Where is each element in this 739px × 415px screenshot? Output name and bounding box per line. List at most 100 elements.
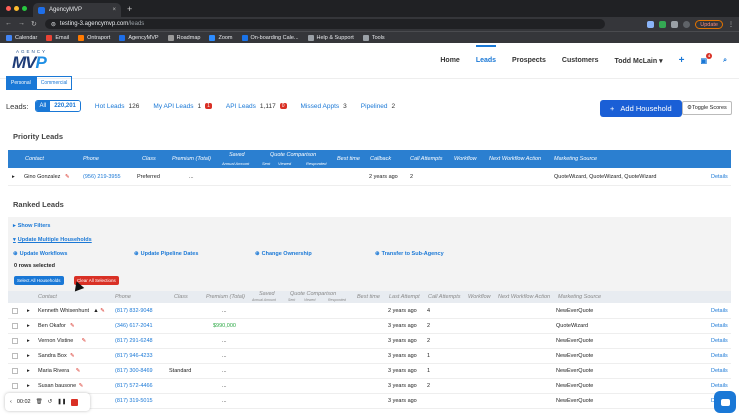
add-icon[interactable]: + [679,55,685,66]
new-tab-button[interactable]: + [127,4,132,14]
pause-icon[interactable]: ❚❚ [57,399,66,405]
expand-caret-icon[interactable]: ▸ [12,174,15,180]
contact-name[interactable]: Susan bausone [38,383,76,389]
bookmark-item[interactable]: On-boarding Cale... [241,34,299,41]
contact-name[interactable]: Vernon Vistine [38,338,73,344]
bookmark-item[interactable]: Zoom [209,34,233,41]
close-tab-icon[interactable]: × [112,7,116,13]
close-window-button[interactable] [6,6,11,11]
messages-icon[interactable]: ▣ 4 [700,52,713,65]
column-header[interactable]: Best time [337,156,360,162]
details-link[interactable]: Details [711,308,728,314]
column-header[interactable]: Premium (Total) [206,294,245,300]
bookmark-item[interactable]: Help & Support [307,34,354,41]
update-pipeline-dates-link[interactable]: ⊕ Update Pipeline Dates [134,251,198,257]
column-header[interactable]: Next Workflow Action [498,294,550,300]
contact-name[interactable]: Sandra Box [38,353,67,359]
bookmark-item[interactable]: Ontraport [78,34,110,41]
bookmark-item[interactable]: Roadmap [167,34,200,41]
collapse-icon[interactable]: ‹ [10,399,12,405]
contact-name[interactable]: Maria Rivera [38,368,69,374]
row-checkbox[interactable] [12,308,18,314]
column-header[interactable]: Contact [38,294,57,300]
profile-avatar[interactable] [683,20,691,28]
phone-link[interactable]: (346) 617-2041 [115,323,153,329]
bookmark-item[interactable]: Calendar [6,34,37,41]
segment-personal[interactable]: Personal [6,76,36,90]
select-all-households-button[interactable]: Select All Households [14,276,64,285]
phone-link[interactable]: (956) 219-3955 [83,174,121,180]
expand-caret-icon[interactable]: ▸ [27,338,30,344]
column-header[interactable]: Next Workflow Action [489,156,541,162]
filter-hot-leads[interactable]: Hot Leads 126 [95,103,140,110]
column-header[interactable]: Premium (Total) [172,156,211,162]
column-header[interactable]: Contact [25,156,44,162]
bookmark-item[interactable]: AgencyMVP [119,34,159,41]
table-row[interactable]: ▸ Maria Rivera ✎ (817) 300-8469 Standard... 3… [8,364,731,379]
column-header[interactable]: Workflow [454,156,477,162]
expand-caret-icon[interactable]: ▸ [27,383,30,389]
details-link[interactable]: Details [711,368,728,374]
more-menu-icon[interactable]: ⋮ [728,21,734,28]
agency-mvp-logo[interactable]: AGENCY MVP [12,49,47,71]
change-ownership-link[interactable]: ⊕ Change Ownership [255,251,312,257]
add-household-button[interactable]: + Add Household [600,100,682,117]
phone-link[interactable]: (817) 291-6248 [115,338,153,344]
row-checkbox[interactable] [12,323,18,329]
back-icon[interactable]: ← [5,20,12,28]
table-row[interactable]: ▸(817) 319-5015...3 years agoNewEverQuot… [8,394,731,409]
table-row[interactable]: ▸ Vernon Vistine ✎ (817) 291-6248... 3 years… [8,334,731,349]
column-header[interactable]: Saved [229,152,245,158]
restart-icon[interactable]: ↺ [48,399,53,405]
column-header[interactable]: Workflow [468,294,491,300]
show-filters-toggle[interactable]: ▸ Show Filters [13,223,50,229]
table-row[interactable]: ▸ Susan bausone ✎ (817) 572-4466... 3 years … [8,379,731,394]
menu-customers[interactable]: Customers [562,57,599,64]
filter-my-api-leads[interactable]: My API Leads 1 1 [153,103,212,110]
update-workflows-link[interactable]: ⊕ Update Workflows [13,251,68,257]
user-menu[interactable]: Todd McLain ▾ [614,57,662,65]
column-header[interactable]: Best time [357,294,380,300]
details-link[interactable]: Details [711,323,728,329]
expand-caret-icon[interactable]: ▸ [27,323,30,329]
column-header[interactable]: Quote Comparison [270,152,316,158]
browser-tab[interactable]: AgencyMVP × [33,3,121,17]
phone-link[interactable]: (817) 300-8469 [115,368,153,374]
column-header[interactable]: Class [142,156,156,162]
puzzle-icon[interactable] [671,20,679,28]
expand-caret-icon[interactable]: ▸ [27,368,30,374]
column-header[interactable]: Saved [259,291,275,297]
row-checkbox[interactable] [12,353,18,359]
bookmark-item[interactable]: Email [46,34,69,41]
phone-link[interactable]: (817) 319-5015 [115,398,153,404]
contact-name[interactable]: Kenneth Whisenhunt [38,308,89,314]
search-icon[interactable]: ⌕ [723,57,727,65]
row-checkbox[interactable] [12,383,18,389]
chat-support-button[interactable] [714,391,736,413]
column-header[interactable]: Marketing Source [554,156,597,162]
row-checkbox[interactable] [12,338,18,344]
phone-link[interactable]: (817) 572-4466 [115,383,153,389]
table-row[interactable]: ▸ Gino Gonzalez ✎ (956) 219-3955 Preferred..… [8,169,731,186]
expand-caret-icon[interactable]: ▸ [27,353,30,359]
stop-icon[interactable] [71,398,79,406]
bookmark-item[interactable]: Tools [362,34,385,41]
column-header[interactable]: Last Attempt [389,294,420,300]
filter-api-leads[interactable]: API Leads 1,117 0 [226,103,287,110]
maximize-window-button[interactable] [22,6,27,11]
extension-icon[interactable] [659,20,667,28]
update-button[interactable]: Update [695,19,723,29]
trash-icon[interactable]: 🗑 [36,399,43,405]
table-row[interactable]: ▸ Kenneth Whisenhunt ▲ ✎ (817) 832-9048... 2 … [8,304,731,319]
menu-prospects[interactable]: Prospects [512,57,546,64]
column-header[interactable]: Quote Comparison [290,291,336,297]
table-row[interactable]: ▸ Ben Okafor ✎ (346) 617-2041 $990,000 3 year… [8,319,731,334]
column-header[interactable]: Phone [115,294,131,300]
phone-link[interactable]: (817) 832-9048 [115,308,153,314]
column-header[interactable]: Marketing Source [558,294,601,300]
details-link[interactable]: Details [711,383,728,389]
toggle-scores-button[interactable]: ⚙Toggle Scores [682,101,732,115]
details-link[interactable]: Details [711,353,728,359]
column-header[interactable]: Class [174,294,188,300]
expand-caret-icon[interactable]: ▸ [27,308,30,314]
